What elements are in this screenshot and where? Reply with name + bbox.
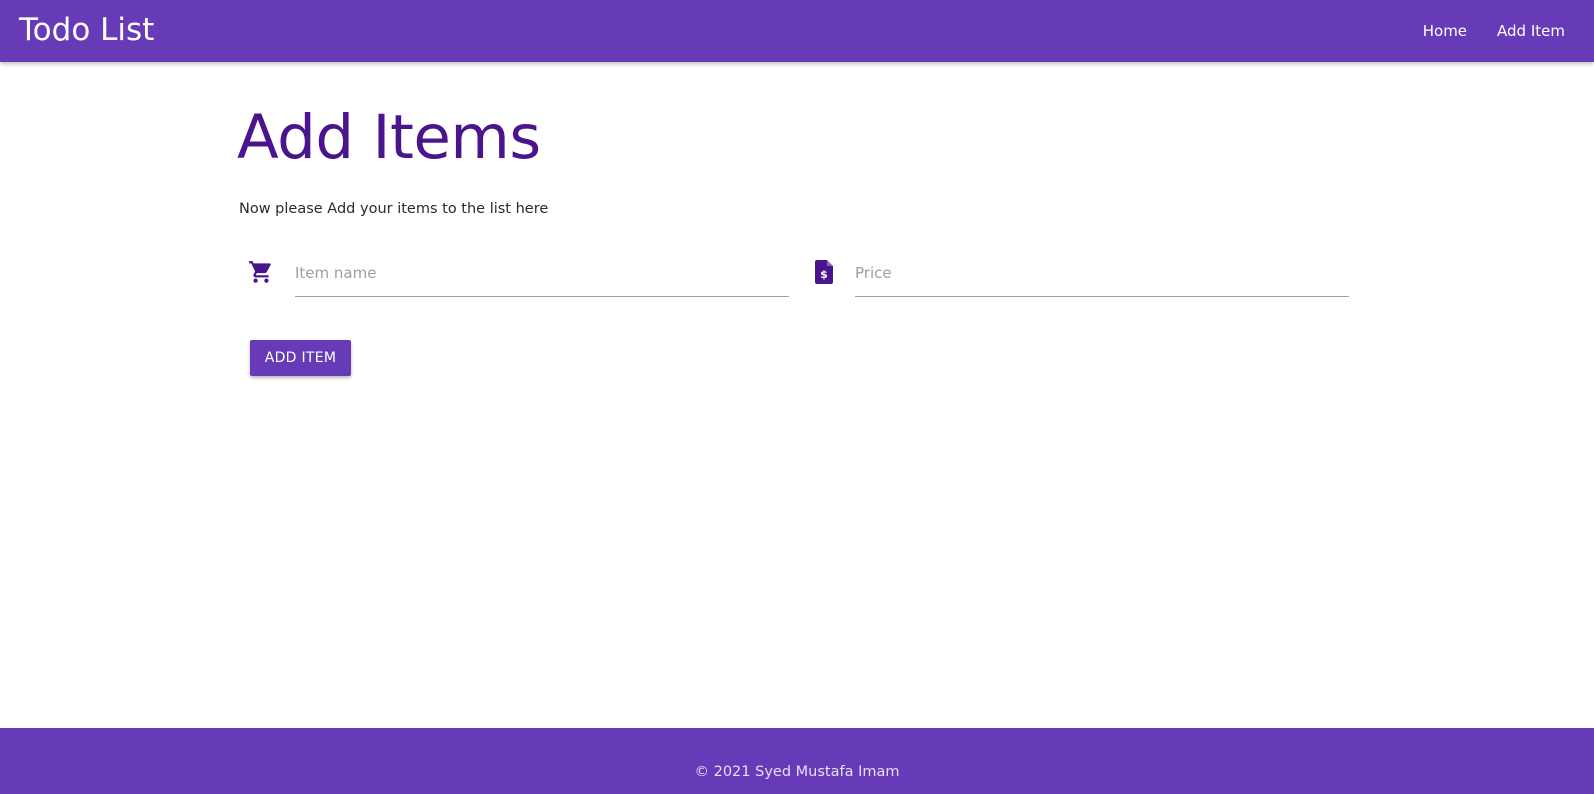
- footer-copyright: © 2021 Syed Mustafa Imam: [694, 764, 900, 780]
- navbar: Todo List Home Add Item: [0, 0, 1594, 62]
- nav-link-home[interactable]: Home: [1423, 22, 1467, 40]
- brand-logo[interactable]: Todo List: [19, 10, 154, 50]
- shopping-cart-icon: [248, 259, 274, 285]
- footer: © 2021 Syed Mustafa Imam: [0, 728, 1594, 794]
- price-field: $: [812, 252, 1349, 298]
- price-input[interactable]: [855, 252, 1349, 297]
- page-title: Add Items: [237, 102, 541, 173]
- add-item-button[interactable]: ADD ITEM: [250, 340, 351, 376]
- nav-links: Home Add Item: [1423, 0, 1565, 62]
- item-name-input[interactable]: [295, 252, 789, 297]
- svg-text:$: $: [820, 268, 828, 281]
- nav-link-add-item[interactable]: Add Item: [1497, 22, 1565, 40]
- page-subtitle: Now please Add your items to the list he…: [239, 201, 549, 217]
- item-name-field: [248, 252, 790, 298]
- page: Todo List Home Add Item Add Items Now pl…: [0, 0, 1594, 794]
- invoice-dollar-icon: $: [812, 259, 838, 285]
